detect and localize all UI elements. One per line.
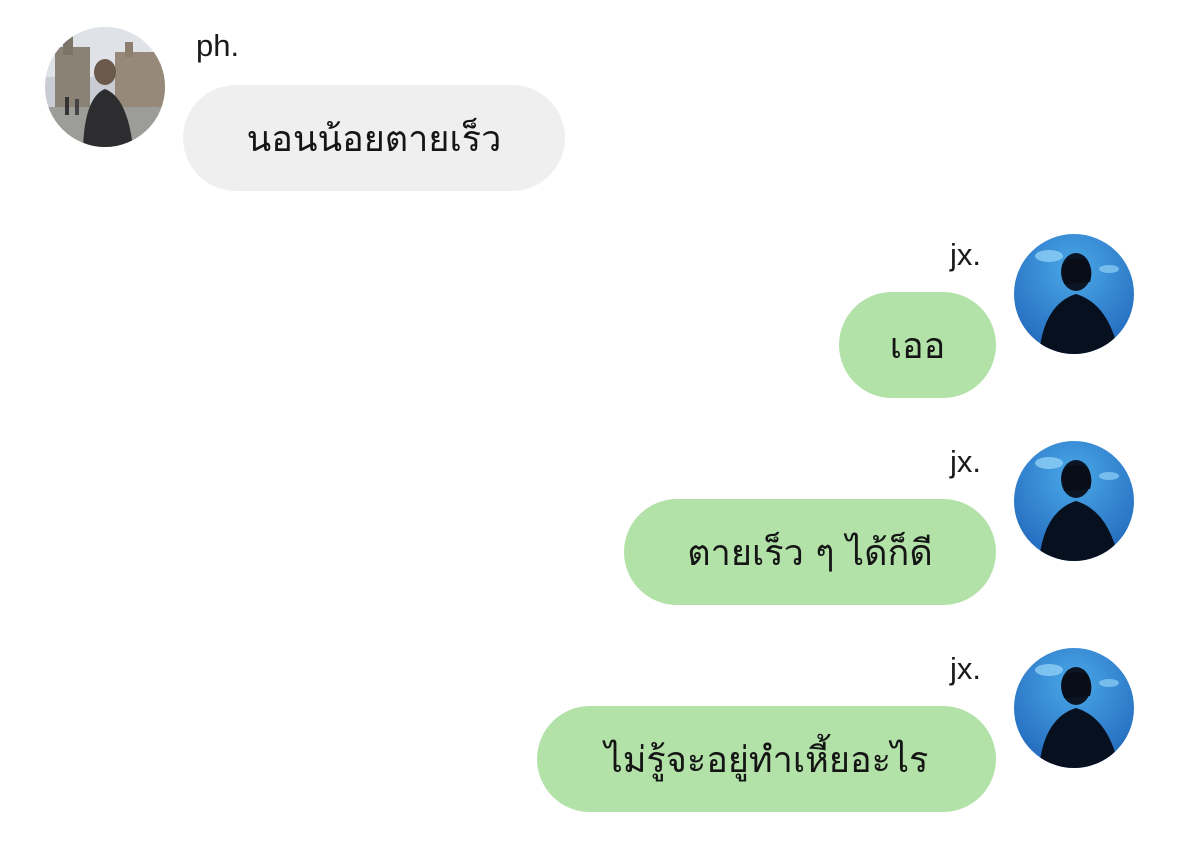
- message-text: ไม่รู้จะอยู่ทำเหี้ยอะไร: [604, 739, 929, 781]
- message-text: ตายเร็ว ๆ ได้ก็ดี: [687, 532, 933, 574]
- avatar-photo-jx: [1014, 234, 1134, 354]
- sender-name: jx.: [950, 444, 981, 479]
- message-bubble-outgoing[interactable]: ไม่รู้จะอยู่ทำเหี้ยอะไร: [537, 706, 996, 812]
- message-bubble-incoming[interactable]: นอนน้อยตายเร็ว: [183, 85, 565, 191]
- avatar-jx[interactable]: [1014, 648, 1134, 768]
- message-bubble-outgoing[interactable]: เออ: [839, 292, 996, 398]
- message-text: เออ: [889, 325, 946, 367]
- avatar-photo-jx: [1014, 441, 1134, 561]
- avatar-jx[interactable]: [1014, 234, 1134, 354]
- sender-name: jx.: [950, 237, 981, 272]
- avatar-jx[interactable]: [1014, 441, 1134, 561]
- avatar-photo-jx: [1014, 648, 1134, 768]
- message-bubble-outgoing[interactable]: ตายเร็ว ๆ ได้ก็ดี: [624, 499, 996, 605]
- sender-name: ph.: [196, 28, 240, 63]
- message-text: นอนน้อยตายเร็ว: [246, 118, 502, 160]
- avatar-ph[interactable]: [45, 27, 165, 147]
- sender-name: jx.: [950, 651, 981, 686]
- avatar-photo-ph: [45, 27, 165, 147]
